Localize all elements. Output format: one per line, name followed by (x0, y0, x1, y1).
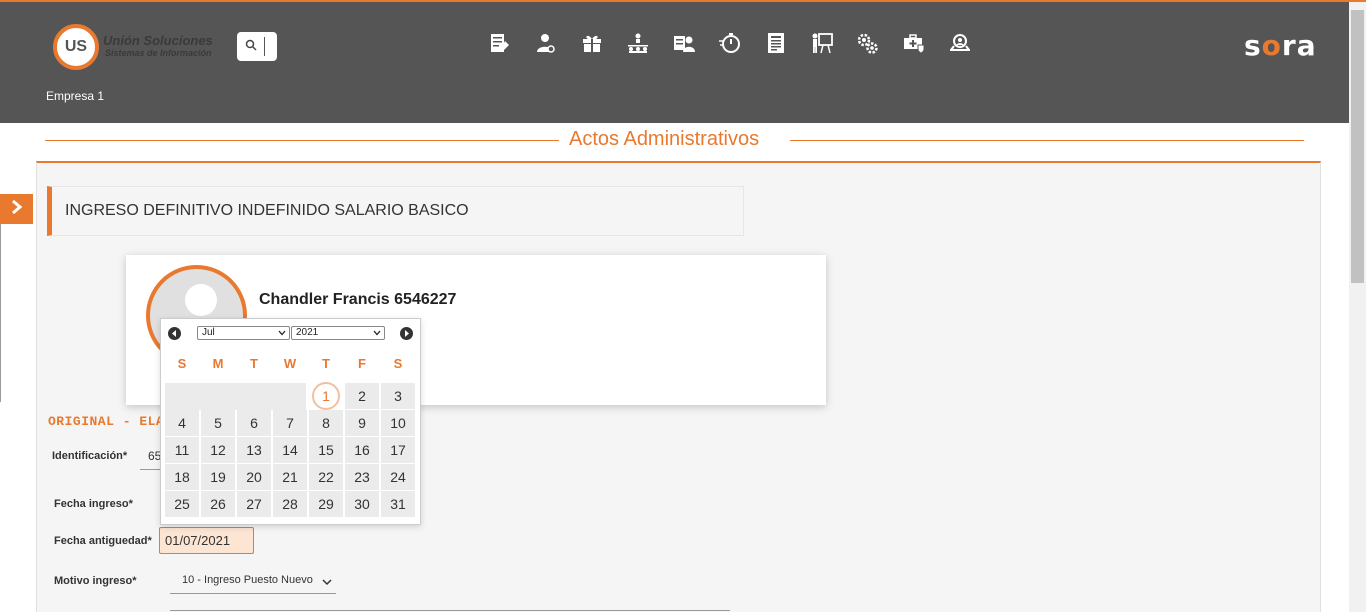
sidebar-edge (0, 224, 1, 402)
arrow-right-icon (405, 330, 409, 337)
act-title-card: INGRESO DEFINITIVO INDEFINIDO SALARIO BA… (47, 186, 744, 236)
medical-case-icon[interactable] (902, 30, 926, 56)
fecha-antiguedad-input[interactable]: 01/07/2021 (159, 527, 254, 554)
calendar-day[interactable]: 28 (273, 491, 307, 517)
gift-icon[interactable] (580, 30, 604, 56)
search-input[interactable] (237, 32, 277, 61)
weekday-label: T (250, 356, 258, 371)
weekday-label: S (393, 356, 403, 371)
calendar-day[interactable]: 17 (381, 437, 415, 463)
motivo-ingreso-label: Motivo ingreso* (54, 575, 137, 587)
calendar-day-selected[interactable]: 1 (309, 382, 343, 410)
next-field-underline (170, 610, 730, 611)
logo-mark: US (53, 24, 99, 70)
calendar-day[interactable]: 15 (309, 437, 343, 463)
logo[interactable]: US Unión Soluciones Sistemas de Informac… (53, 24, 233, 70)
calendar-day[interactable]: 9 (345, 410, 379, 436)
brand-logo: sora (1244, 29, 1317, 62)
selected-day-label: 1 (322, 388, 330, 404)
datepicker-popup: Jul 2021 SMTWTFS 1 2 3 4 5 6 7 8 9 10 11 12 13 14 15 16… (160, 318, 421, 525)
calendar-day[interactable]: 11 (165, 437, 199, 463)
chevron-right-icon (11, 199, 23, 219)
search-icon (245, 38, 257, 56)
calendar-day[interactable]: 16 (345, 437, 379, 463)
gears-icon[interactable] (856, 30, 880, 56)
motivo-ingreso-value: 10 - Ingreso Puesto Nuevo (182, 574, 313, 586)
user-settings-icon[interactable] (534, 30, 558, 56)
weekday-label: F (358, 356, 366, 371)
calendar-day[interactable]: 2 (345, 383, 379, 409)
calendar-day[interactable]: 30 (345, 491, 379, 517)
motivo-ingreso-select[interactable]: 10 - Ingreso Puesto Nuevo (170, 570, 336, 594)
prev-month-button[interactable] (168, 327, 181, 340)
calendar-day[interactable]: 8 (309, 410, 343, 436)
calendar-day[interactable]: 31 (381, 491, 415, 517)
user-id-icon[interactable] (672, 30, 696, 56)
calendar-day[interactable]: 3 (381, 383, 415, 409)
fecha-antiguedad-label: Fecha antiguedad* (54, 535, 152, 547)
calendar-day[interactable]: 10 (381, 410, 415, 436)
logo-title: Unión Soluciones (103, 33, 213, 48)
arrow-left-icon (172, 330, 176, 337)
weekday-label: M (212, 356, 224, 371)
title-divider-left (45, 140, 559, 141)
calendar-day[interactable]: 18 (165, 464, 199, 490)
search-caret (264, 37, 265, 56)
chevron-down-icon (373, 330, 381, 336)
calendar-day[interactable]: 14 (273, 437, 307, 463)
calendar-day[interactable]: 5 (201, 410, 235, 436)
calendar-day[interactable]: 4 (165, 410, 199, 436)
avatar-head (185, 284, 217, 316)
identificacion-label: Identificación* (52, 450, 128, 462)
page-title-bar: Actos Administrativos (45, 126, 1304, 156)
company-name: Empresa 1 (46, 89, 105, 103)
blank-days (165, 383, 306, 410)
logo-subtitle: Sistemas de Información (105, 48, 212, 58)
year-select[interactable]: 2021 (291, 326, 385, 340)
module-icon-bar (488, 30, 972, 60)
sidebar-toggle-button[interactable] (0, 194, 33, 224)
act-title: INGRESO DEFINITIVO INDEFINIDO SALARIO BA… (65, 202, 469, 219)
edit-document-icon[interactable] (488, 30, 512, 56)
calendar-day[interactable]: 24 (381, 464, 415, 490)
calendar-day[interactable]: 25 (165, 491, 199, 517)
timer-icon[interactable] (718, 30, 742, 56)
report-icon[interactable] (764, 30, 788, 56)
weekday-label: T (322, 356, 330, 371)
calendar-day[interactable]: 13 (237, 437, 271, 463)
chevron-down-icon (322, 579, 332, 586)
calendar-day[interactable]: 7 (273, 410, 307, 436)
month-select[interactable]: Jul (197, 326, 290, 340)
scrollbar-thumb[interactable] (1351, 10, 1364, 283)
presentation-icon[interactable] (810, 30, 834, 56)
calendar-day[interactable]: 20 (237, 464, 271, 490)
page-title: Actos Administrativos (569, 128, 760, 150)
calendar-day[interactable]: 21 (273, 464, 307, 490)
calendar-day[interactable]: 19 (201, 464, 235, 490)
identificacion-underline (140, 469, 162, 470)
calendar-day[interactable]: 6 (237, 410, 271, 436)
calendar-day[interactable]: 29 (309, 491, 343, 517)
weekday-label: W (283, 356, 297, 371)
weekday-label: S (177, 356, 187, 371)
next-month-button[interactable] (400, 327, 413, 340)
fecha-ingreso-label: Fecha ingreso* (54, 498, 133, 510)
section-label: ORIGINAL - ELAB (48, 414, 173, 429)
calendar-day[interactable]: 23 (345, 464, 379, 490)
calendar-day[interactable]: 27 (237, 491, 271, 517)
calendar-day[interactable]: 26 (201, 491, 235, 517)
user-search-icon[interactable] (948, 30, 972, 56)
title-divider-right (790, 140, 1304, 141)
org-chart-icon[interactable] (626, 30, 650, 56)
calendar-day[interactable]: 22 (309, 464, 343, 490)
chevron-down-icon (278, 330, 286, 336)
calendar-day[interactable]: 12 (201, 437, 235, 463)
person-name: Chandler Francis 6546227 (259, 291, 457, 308)
app-header: US Unión Soluciones Sistemas de Informac… (0, 2, 1366, 123)
